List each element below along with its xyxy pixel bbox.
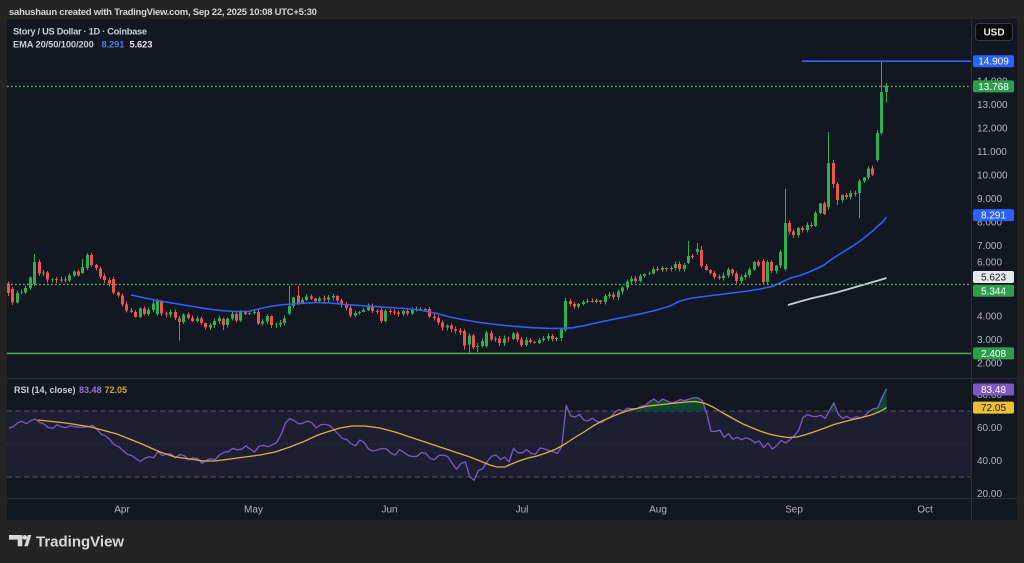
svg-text:Sep: Sep — [785, 505, 803, 516]
svg-text:May: May — [244, 505, 263, 516]
svg-text:5.344: 5.344 — [981, 286, 1006, 297]
svg-text:7.000: 7.000 — [977, 241, 1002, 252]
svg-text:3.000: 3.000 — [977, 335, 1002, 346]
svg-text:14.909: 14.909 — [978, 57, 1009, 68]
svg-text:72.05: 72.05 — [981, 403, 1006, 414]
svg-text:TradingView: TradingView — [36, 534, 124, 551]
svg-text:20.00: 20.00 — [977, 489, 1002, 500]
svg-text:Jun: Jun — [381, 505, 397, 516]
svg-text:11.000: 11.000 — [977, 147, 1007, 158]
svg-text:2.408: 2.408 — [981, 349, 1006, 360]
svg-text:RSI (14, close)83.4872.05: RSI (14, close) 83.48 72.05 — [14, 385, 127, 395]
svg-text:Apr: Apr — [114, 505, 130, 516]
svg-text:10.000: 10.000 — [977, 170, 1008, 181]
svg-text:Aug: Aug — [649, 505, 667, 516]
svg-text:13.000: 13.000 — [977, 100, 1008, 111]
svg-text:2.000: 2.000 — [977, 358, 1002, 369]
svg-text:13.768: 13.768 — [978, 82, 1009, 93]
svg-text:6.000: 6.000 — [977, 258, 1002, 269]
svg-text:sahushaun created with Trading: sahushaun created with TradingView.com, … — [9, 7, 317, 18]
svg-text:Oct: Oct — [917, 505, 933, 516]
svg-text:60.00: 60.00 — [977, 423, 1002, 434]
svg-text:5.623: 5.623 — [981, 273, 1006, 284]
svg-text:40.00: 40.00 — [977, 456, 1002, 467]
svg-text:9.000: 9.000 — [977, 194, 1002, 205]
svg-text:Jul: Jul — [516, 505, 529, 516]
svg-text:12.000: 12.000 — [977, 123, 1008, 134]
svg-text:Story / US Dollar · 1D · Coinb: Story / US Dollar · 1D · Coinbase — [13, 27, 147, 37]
svg-text:4.000: 4.000 — [977, 311, 1002, 322]
svg-text:EMA 20/50/100/2008.2915.623: EMA 20/50/100/200 8.291 5.623 — [13, 40, 152, 50]
svg-text:USD: USD — [983, 28, 1004, 39]
svg-text:83.48: 83.48 — [981, 385, 1006, 396]
svg-text:8.291: 8.291 — [981, 211, 1006, 222]
